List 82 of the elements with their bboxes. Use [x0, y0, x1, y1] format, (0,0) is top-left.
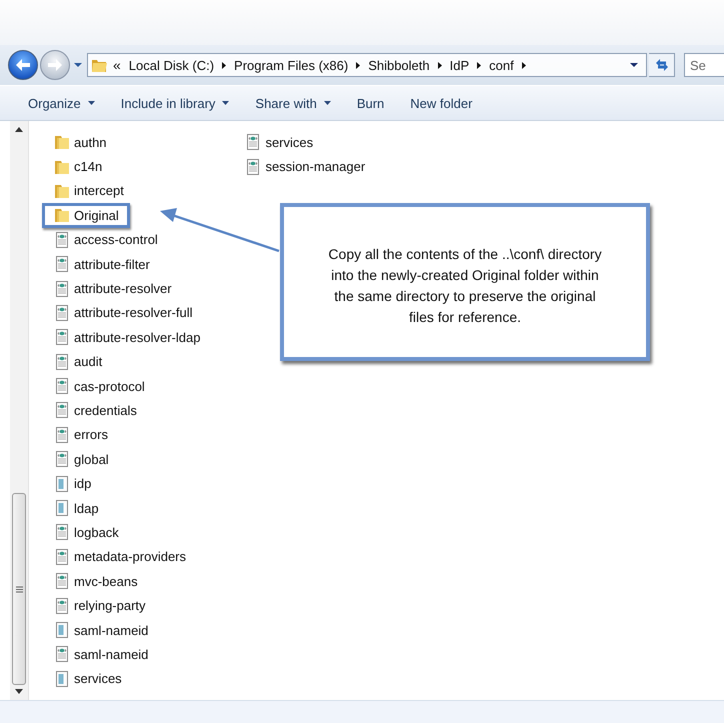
blank-file-icon	[54, 500, 70, 516]
document-icon	[54, 573, 70, 590]
file-item[interactable]: mvc-beans	[42, 569, 149, 594]
scroll-up-icon[interactable]	[15, 127, 23, 132]
file-item[interactable]: audit	[42, 350, 114, 374]
file-item[interactable]: services	[233, 130, 324, 154]
breadcrumb[interactable]: Shibboleth	[368, 58, 430, 72]
document-icon	[54, 304, 70, 321]
document-icon	[54, 598, 70, 614]
document-icon	[245, 158, 262, 175]
overflow-chevron[interactable]: «	[113, 57, 121, 73]
file-item[interactable]: cas-protocol	[42, 374, 156, 398]
file-item[interactable]: saml-nameid	[42, 618, 160, 642]
folder-icon	[54, 207, 70, 224]
file-item[interactable]: services	[42, 666, 133, 691]
breadcrumb[interactable]: Program Files (x86)	[234, 58, 348, 72]
file-item[interactable]: attribute-filter	[42, 252, 161, 276]
chevron-icon[interactable]	[438, 62, 442, 68]
callout-note: Copy all the contents of the ..\conf\ directory into the newly-created Original folder within the same directory to preserve the original files for reference.	[280, 203, 650, 361]
document-icon	[54, 451, 70, 468]
chevron-icon[interactable]	[477, 62, 482, 68]
document-icon	[54, 646, 70, 662]
caret-icon	[88, 101, 95, 105]
document-icon	[54, 354, 70, 370]
chevron-icon[interactable]	[222, 62, 226, 68]
file-item[interactable]: attribute-resolver-ldap	[42, 325, 212, 350]
refresh-button[interactable]	[649, 53, 675, 77]
file-item[interactable]: credentials	[42, 398, 148, 423]
file-item[interactable]: attribute-resolver-full	[42, 300, 204, 326]
blank-file-icon	[54, 622, 70, 638]
caret-icon	[222, 101, 230, 105]
file-item[interactable]: c14n	[42, 154, 114, 179]
toolbar-button[interactable]: New folder	[400, 92, 482, 114]
chevron-icon[interactable]	[356, 62, 360, 68]
menu-button[interactable]: Share with	[245, 92, 341, 114]
file-item[interactable]: metadata-providers	[42, 544, 197, 570]
file-item[interactable]: access-control	[42, 228, 169, 252]
breadcrumb[interactable]: Local Disk (C:)	[128, 58, 214, 72]
back-button[interactable]	[8, 50, 38, 80]
breadcrumb[interactable]: conf	[489, 58, 514, 72]
grip-icon	[16, 586, 22, 592]
menu-button[interactable]: Organize	[18, 92, 105, 114]
dropdown-caret-icon[interactable]	[630, 63, 638, 67]
breadcrumb[interactable]: IdP	[450, 58, 470, 72]
file-item[interactable]: Original	[42, 203, 130, 228]
document-icon	[54, 426, 70, 443]
file-item[interactable]: authn	[42, 130, 118, 154]
folder-icon	[54, 182, 70, 199]
file-item[interactable]: ldap	[42, 496, 110, 520]
folder-icon	[54, 158, 70, 175]
document-icon	[54, 280, 70, 297]
file-item[interactable]: attribute-resolver	[42, 276, 183, 301]
blank-file-icon	[54, 670, 70, 687]
folder-icon	[54, 134, 70, 150]
scrollbar[interactable]	[10, 121, 29, 700]
scroll-down-icon[interactable]	[15, 689, 23, 694]
file-item[interactable]: relying-party	[42, 593, 157, 618]
blank-file-icon	[54, 476, 70, 492]
toolbar-button[interactable]: Burn	[346, 92, 394, 114]
file-item[interactable]: intercept	[42, 178, 135, 204]
address-bar[interactable]: « Local Disk (C:) Program Files (x86) Shibboleth IdP conf	[87, 53, 647, 77]
chevron-icon[interactable]	[522, 62, 526, 68]
scrollbar-thumb[interactable]	[12, 493, 26, 685]
document-icon	[54, 329, 70, 346]
folder-icon	[91, 57, 107, 73]
file-item[interactable]: global	[42, 447, 120, 472]
search-field[interactable]: Se	[684, 53, 724, 77]
document-icon	[54, 548, 70, 565]
document-icon	[54, 232, 70, 248]
document-icon	[54, 524, 70, 540]
menu-button[interactable]: Include in library	[110, 92, 240, 114]
caret-icon	[324, 101, 331, 105]
document-icon	[54, 402, 70, 418]
document-icon	[245, 134, 262, 150]
file-item[interactable]: errors	[42, 422, 119, 448]
file-item[interactable]: session-manager	[233, 154, 376, 179]
recent-pages-caret-icon[interactable]	[74, 63, 82, 67]
file-item[interactable]: idp	[42, 471, 102, 496]
document-icon	[54, 378, 70, 394]
file-item[interactable]: saml-nameid	[42, 642, 160, 667]
document-icon	[54, 256, 70, 272]
file-item[interactable]: logback	[42, 520, 130, 545]
